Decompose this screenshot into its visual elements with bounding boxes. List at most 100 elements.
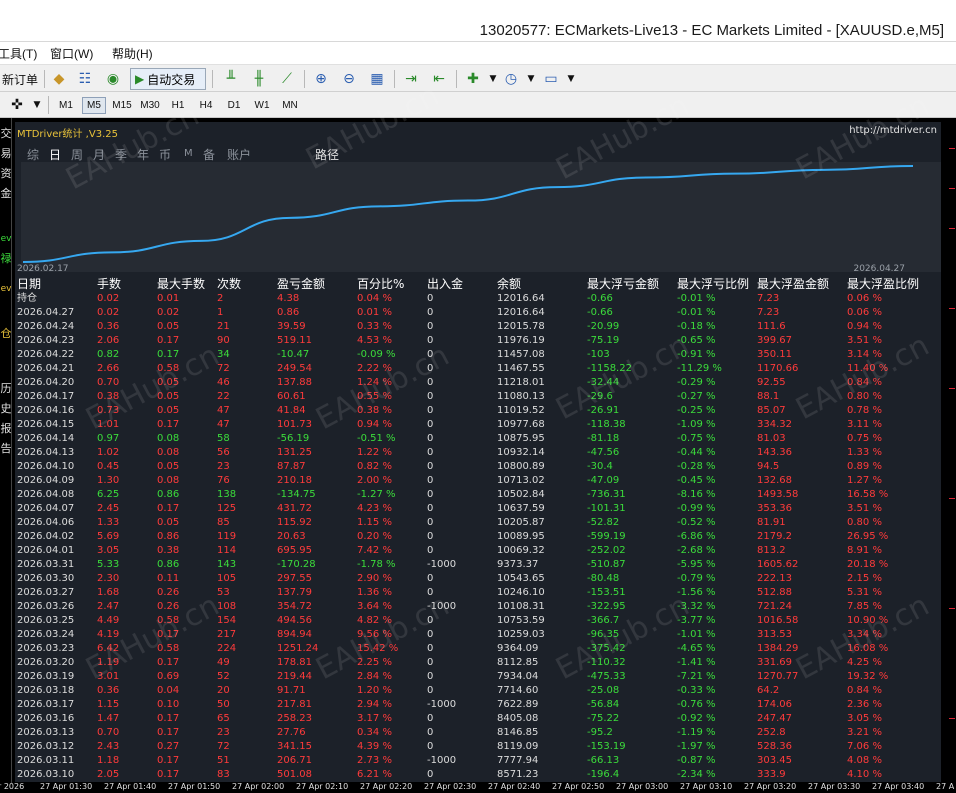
table-row[interactable]: 2026.04.02 5.69 0.86 119 20.63 0.20 % 0 10089.9…	[15, 530, 941, 544]
terminal-icon[interactable]: ◉	[104, 70, 122, 88]
column-header-max-float-profit-pct[interactable]: 最大浮盈比例	[847, 277, 919, 291]
new-order-button[interactable]: 新订单	[2, 69, 38, 89]
chevron-down-icon[interactable]: ▼	[522, 70, 540, 88]
column-header-trades[interactable]: 次数	[217, 277, 241, 291]
tile-windows-icon[interactable]: ▦	[368, 70, 386, 88]
tab-magic[interactable]: M	[184, 148, 193, 159]
chart-shift-icon[interactable]: ⇤	[430, 70, 448, 88]
side-tab-label[interactable]: 仓	[0, 328, 12, 340]
column-header-deposit[interactable]: 出入金	[427, 277, 463, 291]
periods-icon[interactable]: ◷	[502, 70, 520, 88]
table-row[interactable]: 持仓 0.02 0.01 2 4.38 0.04 % 0 12016.64 -0.66 -0.01…	[15, 292, 941, 306]
table-row[interactable]: 2026.04.20 0.70 0.05 46 137.88 1.24 % 0 11218.0…	[15, 376, 941, 390]
column-header-balance[interactable]: 余额	[497, 277, 521, 291]
timeframe-m15[interactable]: M15	[110, 97, 134, 114]
table-row[interactable]: 2026.04.15 1.01 0.17 47 101.73 0.94 % 0 10977.6…	[15, 418, 941, 432]
market-watch-icon[interactable]: ◆	[50, 70, 68, 88]
table-row[interactable]: 2026.03.23 6.42 0.58 224 1251.24 15.42 % 0 9364…	[15, 642, 941, 656]
bar-chart-icon[interactable]: ╨	[222, 70, 240, 88]
table-row[interactable]: 2026.03.31 5.33 0.86 143 -170.28 -1.78 % -1000…	[15, 558, 941, 572]
tab-yearly[interactable]: 年	[137, 146, 149, 163]
tab-notes[interactable]: 备	[203, 146, 215, 163]
table-row[interactable]: 2026.03.30 2.30 0.11 105 297.55 2.90 % 0 10543.…	[15, 572, 941, 586]
side-tab-label[interactable]: 资	[0, 168, 12, 180]
tab-currency[interactable]: 币	[159, 146, 171, 163]
timeframe-m30[interactable]: M30	[138, 97, 162, 114]
crosshair-icon[interactable]: ✜	[8, 96, 26, 114]
side-tab-label[interactable]: ev	[0, 283, 12, 295]
column-header-profit[interactable]: 盈亏金额	[277, 277, 325, 291]
table-row[interactable]: 2026.04.08 6.25 0.86 138 -134.75 -1.27 % 0 1050…	[15, 488, 941, 502]
table-row[interactable]: 2026.03.20 1.19 0.17 49 178.81 2.25 % 0 8112.85…	[15, 656, 941, 670]
side-tab-label[interactable]: 告	[0, 443, 12, 455]
table-row[interactable]: 2026.04.17 0.38 0.05 22 60.61 0.55 % 0 11080.13…	[15, 390, 941, 404]
zoom-out-icon[interactable]: ⊖	[340, 70, 358, 88]
auto-trade-button[interactable]: ▶ 自动交易	[130, 68, 206, 90]
tab-monthly[interactable]: 月	[93, 146, 105, 163]
tab-account[interactable]: 账户	[227, 146, 251, 163]
table-row[interactable]: 2026.03.17 1.15 0.10 50 217.81 2.94 % -1000 762…	[15, 698, 941, 712]
tab-weekly[interactable]: 周	[71, 146, 83, 163]
tab-quarterly[interactable]: 季	[115, 146, 127, 163]
table-row[interactable]: 2026.03.18 0.36 0.04 20 91.71 1.20 % 0 7714.60 -…	[15, 684, 941, 698]
table-row[interactable]: 2026.04.13 1.02 0.08 56 131.25 1.22 % 0 10932.1…	[15, 446, 941, 460]
table-row[interactable]: 2026.03.19 3.01 0.69 52 219.44 2.84 % 0 7934.04…	[15, 670, 941, 684]
column-header-max-lots[interactable]: 最大手数	[157, 277, 205, 291]
table-row[interactable]: 2026.04.09 1.30 0.08 76 210.18 2.00 % 0 10713.0…	[15, 474, 941, 488]
autoscroll-icon[interactable]: ⇥	[402, 70, 420, 88]
table-row[interactable]: 2026.04.24 0.36 0.05 21 39.59 0.33 % 0 12015.78…	[15, 320, 941, 334]
table-row[interactable]: 2026.04.27 0.02 0.02 1 0.86 0.01 % 0 12016.64 -0…	[15, 306, 941, 320]
menu-window[interactable]: 窗口(W)	[50, 45, 93, 62]
table-row[interactable]: 2026.03.26 2.47 0.26 108 354.72 3.64 % -1000 10…	[15, 600, 941, 614]
tab-summary[interactable]: 综	[27, 146, 39, 163]
table-row[interactable]: 2026.03.27 1.68 0.26 53 137.79 1.36 % 0 10246.1…	[15, 586, 941, 600]
timeframe-w1[interactable]: W1	[250, 97, 274, 114]
navigator-icon[interactable]: ☷	[76, 70, 94, 88]
line-chart-icon[interactable]: ⟋	[278, 70, 296, 88]
side-tab-label[interactable]: 历	[0, 383, 12, 395]
table-row[interactable]: 2026.04.23 2.06 0.17 90 519.11 4.53 % 0 11976.1…	[15, 334, 941, 348]
chevron-down-icon[interactable]: ▼	[562, 70, 580, 88]
column-header-lots[interactable]: 手数	[97, 277, 121, 291]
side-tab-label[interactable]: 金	[0, 188, 12, 200]
side-tab-label[interactable]: 史	[0, 403, 12, 415]
side-tab-label[interactable]: 易	[0, 148, 12, 160]
table-row[interactable]: 2026.03.16 1.47 0.17 65 258.23 3.17 % 0 8405.08…	[15, 712, 941, 726]
table-row[interactable]: 2026.03.24 4.19 0.17 217 894.94 9.56 % 0 10259.…	[15, 628, 941, 642]
timeframe-m1[interactable]: M1	[54, 97, 78, 114]
timeframe-d1[interactable]: D1	[222, 97, 246, 114]
side-tab-label[interactable]: 交	[0, 128, 12, 140]
side-tab-label[interactable]: 报	[0, 423, 12, 435]
side-tab-label[interactable]: 禄	[0, 253, 12, 265]
zoom-in-icon[interactable]: ⊕	[312, 70, 330, 88]
side-tab-label[interactable]: ev	[0, 233, 12, 245]
tab-daily[interactable]: 日	[49, 146, 61, 163]
templates-icon[interactable]: ▭	[542, 70, 560, 88]
panel-url[interactable]: http://mtdriver.cn	[849, 125, 937, 136]
timeframe-h4[interactable]: H4	[194, 97, 218, 114]
chevron-down-icon[interactable]: ▼	[484, 70, 502, 88]
table-row[interactable]: 2026.04.06 1.33 0.05 85 115.92 1.15 % 0 10205.8…	[15, 516, 941, 530]
table-row[interactable]: 2026.04.01 3.05 0.38 114 695.95 7.42 % 0 10069.…	[15, 544, 941, 558]
table-row[interactable]: 2026.04.22 0.82 0.17 34 -10.47 -0.09 % 0 11457.…	[15, 348, 941, 362]
column-header-max-float-loss[interactable]: 最大浮亏金额	[587, 277, 659, 291]
table-row[interactable]: 2026.03.11 1.18 0.17 51 206.71 2.73 % -1000 777…	[15, 754, 941, 768]
timeframe-mn[interactable]: MN	[278, 97, 302, 114]
indicators-icon[interactable]: ✚	[464, 70, 482, 88]
table-row[interactable]: 2026.03.25 4.49 0.58 154 494.56 4.82 % 0 10753.…	[15, 614, 941, 628]
candlestick-icon[interactable]: ╫	[250, 70, 268, 88]
menu-tools[interactable]: 工具(T)	[0, 45, 37, 62]
table-row[interactable]: 2026.03.13 0.70 0.17 23 27.76 0.34 % 0 8146.85 -…	[15, 726, 941, 740]
table-row[interactable]: 2026.04.21 2.66 0.58 72 249.54 2.22 % 0 11467.5…	[15, 362, 941, 376]
table-row[interactable]: 2026.04.14 0.97 0.08 58 -56.19 -0.51 % 0 10875.…	[15, 432, 941, 446]
timeframe-h1[interactable]: H1	[166, 97, 190, 114]
column-header-max-float-loss-pct[interactable]: 最大浮亏比例	[677, 277, 749, 291]
table-row[interactable]: 2026.03.12 2.43 0.27 72 341.15 4.39 % 0 8119.09…	[15, 740, 941, 754]
table-row[interactable]: 2026.04.10 0.45 0.05 23 87.87 0.82 % 0 10800.89…	[15, 460, 941, 474]
timeframe-m5[interactable]: M5	[82, 97, 106, 114]
column-header-date[interactable]: 日期	[17, 277, 41, 291]
menu-help[interactable]: 帮助(H)	[112, 45, 153, 62]
chevron-down-icon[interactable]: ▼	[28, 96, 46, 114]
table-row[interactable]: 2026.04.07 2.45 0.17 125 431.72 4.23 % 0 10637.…	[15, 502, 941, 516]
tab-path[interactable]: 路径	[315, 146, 339, 163]
